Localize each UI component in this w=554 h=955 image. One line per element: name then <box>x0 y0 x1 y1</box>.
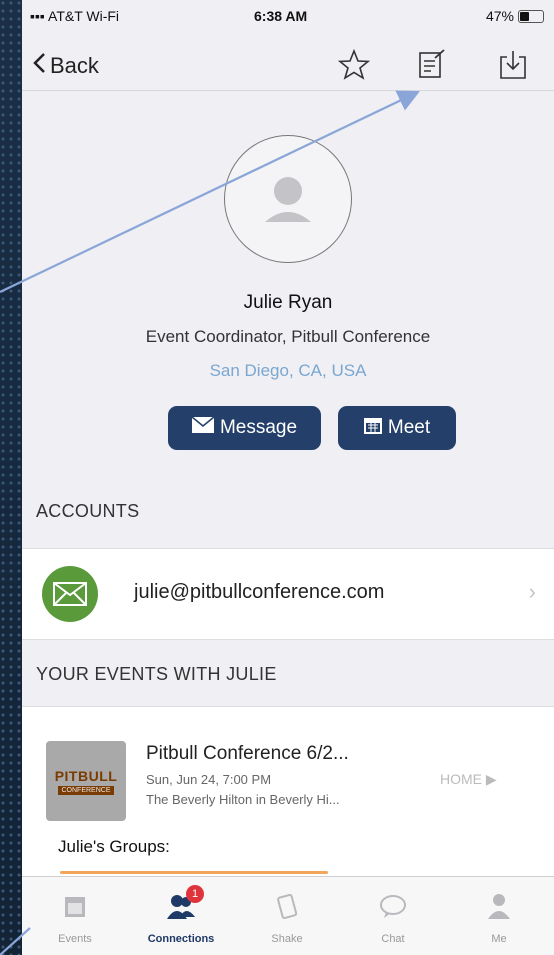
tab-chat-label: Chat <box>381 933 405 945</box>
edit-note-icon[interactable] <box>415 48 449 82</box>
carrier-label: ▪▪▪ AT&T Wi-Fi <box>30 8 120 24</box>
battery-icon <box>518 10 544 23</box>
contact-name: Julie Ryan <box>243 292 333 313</box>
mail-icon <box>42 566 98 622</box>
person-icon <box>488 894 510 919</box>
event-logo: PITBULL CONFERENCE <box>46 741 126 821</box>
message-label: Message <box>219 417 298 438</box>
avatar <box>224 135 352 263</box>
tab-me[interactable]: Me <box>446 877 552 955</box>
notification-badge: 1 <box>186 885 204 903</box>
tab-me-label: Me <box>491 933 507 945</box>
meet-button[interactable]: Meet <box>338 406 456 450</box>
email-account-row[interactable]: julie@pitbullconference.com › <box>22 548 554 640</box>
tab-bar: Events 1 Connections Shake Chat Me <box>22 876 554 955</box>
shake-icon <box>277 893 298 919</box>
chevron-left-icon <box>32 52 46 80</box>
battery-fill <box>520 12 529 21</box>
battery-percent: 47% <box>485 8 514 24</box>
account-email: julie@pitbullconference.com <box>134 581 385 603</box>
download-contact-icon[interactable] <box>496 48 530 82</box>
event-logo-line1: PITBULL <box>54 767 118 784</box>
tab-chat[interactable]: Chat <box>340 877 446 955</box>
event-venue: The Beverly Hilton in Beverly Hi... <box>146 792 340 807</box>
event-date: Sun, Jun 24, 7:00 PM <box>146 772 272 787</box>
calendar-icon <box>65 897 85 917</box>
message-button[interactable]: Message <box>168 406 321 450</box>
person-placeholder-icon <box>265 177 311 222</box>
tab-shake-label: Shake <box>271 933 303 945</box>
status-bar: ▪▪▪ AT&T Wi-Fi 6:38 AM 47% <box>22 0 554 30</box>
events-panel: PITBULL CONFERENCE Pitbull Conference 6/… <box>22 706 554 877</box>
back-button[interactable]: Back <box>32 52 99 80</box>
groups-bar <box>60 871 328 874</box>
event-logo-line2: CONFERENCE <box>58 785 114 795</box>
contact-location[interactable]: San Diego, CA, USA <box>22 361 554 381</box>
calendar-icon <box>363 416 382 440</box>
star-icon[interactable] <box>337 48 371 82</box>
tab-connections[interactable]: 1 Connections <box>128 877 234 955</box>
tab-shake[interactable]: Shake <box>234 877 340 955</box>
tab-events[interactable]: Events <box>22 877 128 955</box>
signal-icon: ▪▪▪ <box>30 8 49 24</box>
accounts-header: ACCOUNTS <box>36 501 140 521</box>
status-time: 6:38 AM <box>254 8 308 24</box>
event-home-link[interactable]: HOME ▶ <box>440 771 497 788</box>
groups-label: Julie's Groups: <box>58 837 170 856</box>
nav-bar: Back <box>22 30 554 91</box>
meet-label: Meet <box>387 417 431 438</box>
tab-connections-label: Connections <box>147 933 215 945</box>
envelope-icon <box>191 416 215 439</box>
contact-title: Event Coordinator, Pitbull Conference <box>145 327 431 346</box>
back-label: Back <box>50 53 99 78</box>
events-header: YOUR EVENTS WITH JULIE <box>36 664 277 684</box>
event-title[interactable]: Pitbull Conference 6/2... <box>146 743 349 765</box>
chat-icon <box>380 895 406 918</box>
tab-events-label: Events <box>58 933 92 945</box>
chevron-right-icon: › <box>528 579 536 604</box>
phone-screen: ▪▪▪ AT&T Wi-Fi 6:38 AM 47% Back Julie Ry… <box>22 0 554 955</box>
